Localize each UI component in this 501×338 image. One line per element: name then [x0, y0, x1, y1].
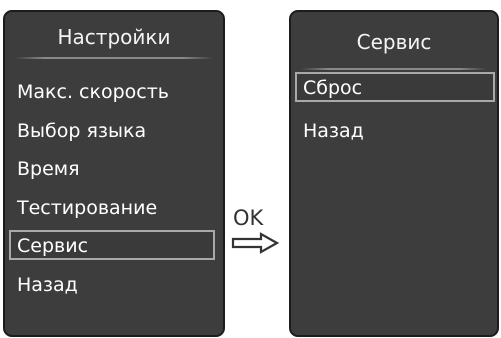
settings-menu-title: Настройки — [57, 25, 171, 49]
title-divider — [15, 57, 213, 59]
ok-key-label: OK — [233, 206, 264, 230]
menu-item-reset[interactable]: Сброс — [295, 72, 495, 102]
menu-item-back[interactable]: Назад — [295, 115, 495, 145]
menu-item-testing[interactable]: Тестирование — [9, 192, 215, 222]
menu-item-time[interactable]: Время — [9, 153, 215, 183]
menu-item-language[interactable]: Выбор языка — [9, 115, 215, 145]
title-divider — [301, 68, 487, 70]
settings-menu-panel: Настройки Макс. скорость Выбор языка Вре… — [3, 10, 225, 337]
menu-item-service[interactable]: Сервис — [9, 230, 215, 260]
menu-item-max-speed[interactable]: Макс. скорость — [9, 76, 215, 106]
ok-transition: OK — [229, 206, 285, 256]
service-menu-panel: Сервис Сброс Назад — [289, 10, 499, 337]
menu-item-back[interactable]: Назад — [9, 269, 215, 299]
service-menu-title: Сервис — [356, 30, 432, 54]
right-outline-arrow-icon — [231, 232, 280, 254]
